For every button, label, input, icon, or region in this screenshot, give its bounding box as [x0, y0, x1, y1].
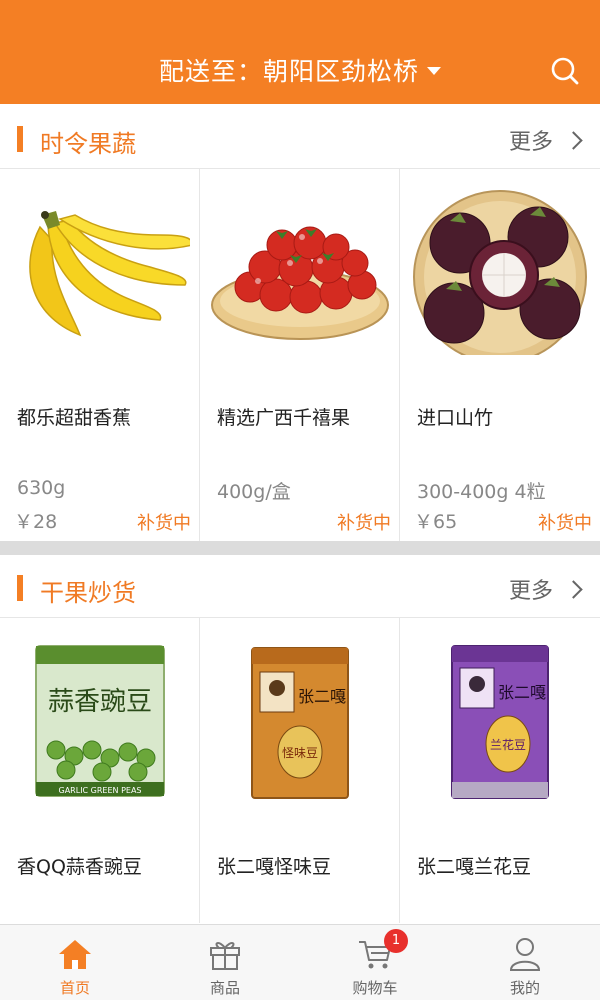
delivery-location-selector[interactable]: 配送至：朝阳区劲松桥 [0, 52, 600, 88]
product-price: ￥28 [14, 511, 58, 533]
package-label: 张二嘎 [498, 683, 546, 702]
package-label: 张二嘎 [298, 687, 346, 706]
garlic-peas-package-image: 蒜香豌豆 GARLIC GREEN PEAS [35, 645, 165, 797]
package-label: 蒜香豌豆 [48, 687, 152, 717]
mangosteen-image [413, 190, 587, 355]
package-sub-label: 兰花豆 [490, 737, 526, 752]
product-spec: 300-400g 4粒 [417, 481, 546, 503]
tab-label: 购物车 [352, 979, 398, 997]
more-link[interactable]: 更多 [508, 573, 583, 605]
product-grid-nuts: 蒜香豌豆 GARLIC GREEN PEAS 香QQ蒜香豌豆 张二嘎 怪味豆 张… [0, 617, 600, 923]
cart-count-badge: 1 [384, 929, 408, 953]
product-name: 香QQ蒜香豌豆 [17, 856, 142, 878]
more-label: 更多 [508, 130, 553, 155]
product-card[interactable]: 蒜香豌豆 GARLIC GREEN PEAS 香QQ蒜香豌豆 [0, 618, 200, 923]
section-header-fruits: 时令果蔬 更多 [0, 106, 600, 168]
more-link[interactable]: 更多 [508, 124, 583, 156]
section-header-nuts: 干果炒货 更多 [0, 555, 600, 617]
section-title: 时令果蔬 [40, 130, 136, 158]
tab-products[interactable]: 商品 [150, 925, 300, 1000]
product-card[interactable]: 都乐超甜香蕉 630g ￥28 补货中 [0, 169, 200, 541]
product-card[interactable]: 张二嘎 兰花豆 张二嘎兰花豆 [400, 618, 600, 923]
user-icon [509, 938, 541, 971]
product-card[interactable]: 张二嘎 怪味豆 张二嘎怪味豆 [200, 618, 400, 923]
section-title: 干果炒货 [40, 579, 136, 607]
package-sub-label: GARLIC GREEN PEAS [59, 786, 142, 795]
tab-home[interactable]: 首页 [0, 925, 150, 1000]
orchid-beans-package-image: 张二嘎 兰花豆 [451, 645, 549, 799]
gift-icon [210, 942, 240, 970]
bottom-tab-bar: 首页 商品 1 购物车 我的 [0, 924, 600, 1000]
product-name: 精选广西千禧果 [217, 407, 351, 429]
product-name: 张二嘎怪味豆 [217, 856, 332, 878]
product-card[interactable]: 进口山竹 300-400g 4粒 ￥65 补货中 [400, 169, 600, 541]
caret-down-icon [427, 67, 441, 75]
banana-image [29, 211, 190, 337]
product-name: 张二嘎兰花豆 [417, 856, 532, 878]
restock-status: 补货中 [538, 513, 592, 534]
weird-flavor-beans-package-image: 张二嘎 怪味豆 [251, 647, 349, 799]
product-grid-fruits: 都乐超甜香蕉 630g ￥28 补货中 精选广西千禧果 400g/盒 补货中 进… [0, 168, 600, 541]
top-header: 配送至：朝阳区劲松桥 [0, 0, 600, 104]
product-spec: 400g/盒 [217, 481, 291, 503]
restock-status: 补货中 [137, 513, 191, 534]
product-spec: 630g [17, 477, 66, 499]
home-icon [59, 940, 91, 969]
section-accent-bar [17, 575, 23, 601]
product-card[interactable]: 精选广西千禧果 400g/盒 补货中 [200, 169, 400, 541]
delivery-location-text: 配送至：朝阳区劲松桥 [158, 57, 419, 86]
tab-cart[interactable]: 1 购物车 [300, 925, 450, 1000]
product-price: ￥65 [414, 511, 458, 533]
more-label: 更多 [508, 579, 553, 604]
tab-label: 首页 [59, 979, 90, 997]
tab-label: 我的 [509, 979, 540, 997]
cherry-tomatoes-image [211, 226, 389, 340]
chevron-right-icon [564, 579, 583, 599]
search-icon[interactable] [550, 56, 580, 86]
chevron-right-icon [564, 130, 583, 150]
section-divider [0, 541, 600, 555]
tab-label: 商品 [209, 979, 240, 997]
product-name: 进口山竹 [417, 407, 494, 429]
package-sub-label: 怪味豆 [282, 746, 318, 760]
restock-status: 补货中 [337, 513, 391, 534]
product-name: 都乐超甜香蕉 [17, 407, 132, 429]
section-accent-bar [17, 126, 23, 152]
tab-profile[interactable]: 我的 [450, 925, 600, 1000]
